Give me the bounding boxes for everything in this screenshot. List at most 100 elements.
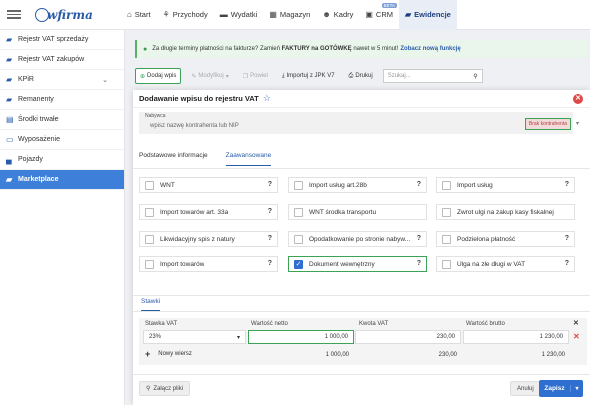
checkbox[interactable]	[145, 180, 154, 190]
save-button[interactable]: Zapisz ▾	[539, 380, 583, 397]
option-likwidacyjny-spis[interactable]: Likwidacyjny spis z natury?	[139, 231, 278, 247]
option-import-towarow[interactable]: Import towarów?	[139, 256, 278, 272]
help-icon[interactable]: ?	[268, 181, 272, 188]
close-icon[interactable]: ✕	[573, 319, 579, 327]
tab-rates[interactable]: Stawki	[141, 298, 161, 311]
cancel-button[interactable]: Anuluj	[510, 381, 541, 396]
print-label: Drukuj	[355, 73, 373, 79]
sidebar-item-marketplace[interactable]: ▰ Marketplace	[0, 170, 124, 190]
tab-advanced[interactable]: Zaawansowane	[225, 152, 272, 166]
checkbox[interactable]	[442, 234, 451, 244]
help-icon[interactable]: ?	[268, 208, 272, 215]
plus-circle-icon: ⊕	[140, 73, 146, 80]
gross-value-input[interactable]: 1 230,00	[463, 330, 569, 344]
attach-files-label: Załącz pliki	[153, 385, 184, 392]
option-label: WNT	[160, 181, 175, 189]
checkbox[interactable]	[294, 180, 303, 190]
close-icon[interactable]: ✕	[573, 94, 583, 104]
help-icon[interactable]: ?	[565, 181, 569, 188]
option-zwrot-ulgi-kasa[interactable]: Zwrot ulgi na zakup kasy fiskalnej	[436, 204, 575, 220]
checkbox[interactable]	[145, 207, 154, 217]
help-icon[interactable]: ?	[417, 260, 421, 267]
sidebar-item-pojazdy[interactable]: ▄ Pojazdy	[0, 150, 124, 170]
checkbox[interactable]	[294, 207, 303, 217]
modify-button[interactable]: ✎ Modyfikuj ▾	[187, 68, 232, 84]
net-value: 1 000,00	[324, 334, 348, 340]
search-icon[interactable]: ⚲	[473, 73, 477, 80]
contractor-field[interactable]: Nabywca wpisz nazwę kontrahenta lub NIP …	[139, 112, 573, 134]
option-podzielona-platnosc[interactable]: Podzielona płatność?	[436, 231, 575, 247]
help-icon[interactable]: ?	[268, 235, 272, 242]
chevron-down-icon: ▾	[236, 334, 240, 341]
checkbox[interactable]	[442, 180, 451, 190]
option-dokument-wewnetrzny[interactable]: ✓ Dokument wewnętrzny?	[288, 256, 427, 272]
nav-wydatki[interactable]: ▬ Wydatki	[214, 0, 264, 30]
option-opodatkowanie-nabywca[interactable]: Opodatkowanie po stronie nabyw...?	[288, 231, 427, 247]
option-label: Import towarów art. 33a	[160, 208, 229, 216]
nav-ewidencje[interactable]: ▰ Ewidencje	[399, 0, 457, 30]
sidebar-item-label: Wyposażenie	[18, 136, 60, 143]
total-gross: 1 230,00	[541, 352, 565, 358]
beta-badge: BETA	[381, 2, 398, 8]
nav-kadry[interactable]: ☻ Kadry	[316, 0, 359, 30]
vat-amount-input[interactable]: 230,00	[355, 330, 461, 344]
print-button[interactable]: ⎙ Drukuj	[345, 68, 377, 84]
help-icon[interactable]: ?	[268, 260, 272, 267]
star-icon[interactable]: ☆	[263, 93, 271, 104]
nav-magazyn[interactable]: ▦ Magazyn	[263, 0, 316, 30]
checkbox[interactable]	[294, 234, 303, 244]
sidebar-item-remanenty[interactable]: ▰ Remanenty	[0, 90, 124, 110]
option-import-uslug-28b[interactable]: Import usług art.28b?	[288, 177, 427, 193]
option-import-uslug[interactable]: Import usług?	[436, 177, 575, 193]
vat-rate-select[interactable]: 23% ▾	[143, 330, 246, 344]
sidebar-item-rejestr-vat-sprzedazy[interactable]: ▰ Rejestr VAT sprzedaży	[0, 30, 124, 50]
option-wnt[interactable]: WNT?	[139, 177, 278, 193]
sidebar-item-kpir[interactable]: ▰ KPiR ⌄	[0, 70, 124, 90]
chevron-down-icon[interactable]: ▾	[571, 385, 583, 392]
banner-link[interactable]: Zobacz nową funkcję	[400, 46, 460, 52]
checkbox[interactable]	[442, 259, 451, 269]
checkbox[interactable]	[145, 259, 154, 269]
sidebar-item-rejestr-vat-zakupow[interactable]: ▰ Rejestr VAT zakupów	[0, 50, 124, 70]
help-icon[interactable]: ?	[565, 260, 569, 267]
help-icon[interactable]: ?	[565, 235, 569, 242]
modify-label: Modyfikuj	[198, 73, 224, 79]
divider	[133, 311, 590, 312]
help-icon[interactable]: ?	[417, 235, 421, 242]
nav-przychody[interactable]: ⚘ Przychody	[157, 0, 214, 30]
repeat-button[interactable]: ❐ Powiel	[239, 68, 272, 84]
divider	[133, 168, 590, 169]
option-label: Import towarów	[160, 260, 205, 268]
no-contractor-button[interactable]: Brak kontrahenta	[524, 118, 571, 130]
add-entry-button[interactable]: ⊕ Dodaj wpis	[135, 68, 182, 84]
nav-start[interactable]: ⌂ Start	[121, 0, 157, 30]
gross-value: 1 230,00	[539, 334, 563, 340]
nav-crm[interactable]: ▣ CRM BETA	[359, 0, 399, 30]
checkbox-checked[interactable]: ✓	[294, 259, 303, 269]
printer-icon: ⎙	[348, 72, 354, 79]
home-icon: ⌂	[126, 10, 132, 19]
divider	[133, 295, 590, 296]
paperclip-icon: ⚲	[146, 386, 151, 392]
checkbox[interactable]	[442, 207, 451, 217]
search-input[interactable]: Szukaj... ⚲	[382, 69, 483, 83]
option-import-towarow-33a[interactable]: Import towarów art. 33a?	[139, 204, 278, 220]
net-value-input[interactable]: 1 000,00	[248, 330, 354, 344]
menu-icon[interactable]	[7, 10, 21, 19]
checkbox[interactable]	[145, 234, 154, 244]
attach-files-button[interactable]: ⚲ Załącz pliki	[139, 381, 191, 396]
sidebar-item-wyposazenie[interactable]: ▭ Wyposażenie	[0, 130, 124, 150]
info-banner: ● Za długie terminy płatności na fakturz…	[135, 40, 587, 58]
chevron-down-icon[interactable]: ▾	[576, 120, 579, 127]
logo[interactable]: wfirma	[35, 7, 93, 22]
chevron-down-icon[interactable]: ⌄	[102, 76, 108, 84]
vat-rate-value: 23%	[149, 334, 162, 340]
import-jpk-button[interactable]: ⤓ Importuj z JPK V7	[278, 68, 339, 84]
delete-row-icon[interactable]: ✕	[573, 332, 580, 341]
help-icon[interactable]: ?	[417, 181, 421, 188]
option-wnt-srodka-transportu[interactable]: WNT środka transportu	[288, 204, 427, 220]
tab-basic-info[interactable]: Podstawowe informacje	[139, 152, 208, 166]
sidebar-item-srodki-trwale[interactable]: ▤ Środki trwałe	[0, 110, 124, 130]
option-ulga-zle-dlugi[interactable]: Ulga na złe długi w VAT?	[436, 256, 575, 272]
new-row-button[interactable]: + Nowy wiersz	[145, 349, 192, 359]
